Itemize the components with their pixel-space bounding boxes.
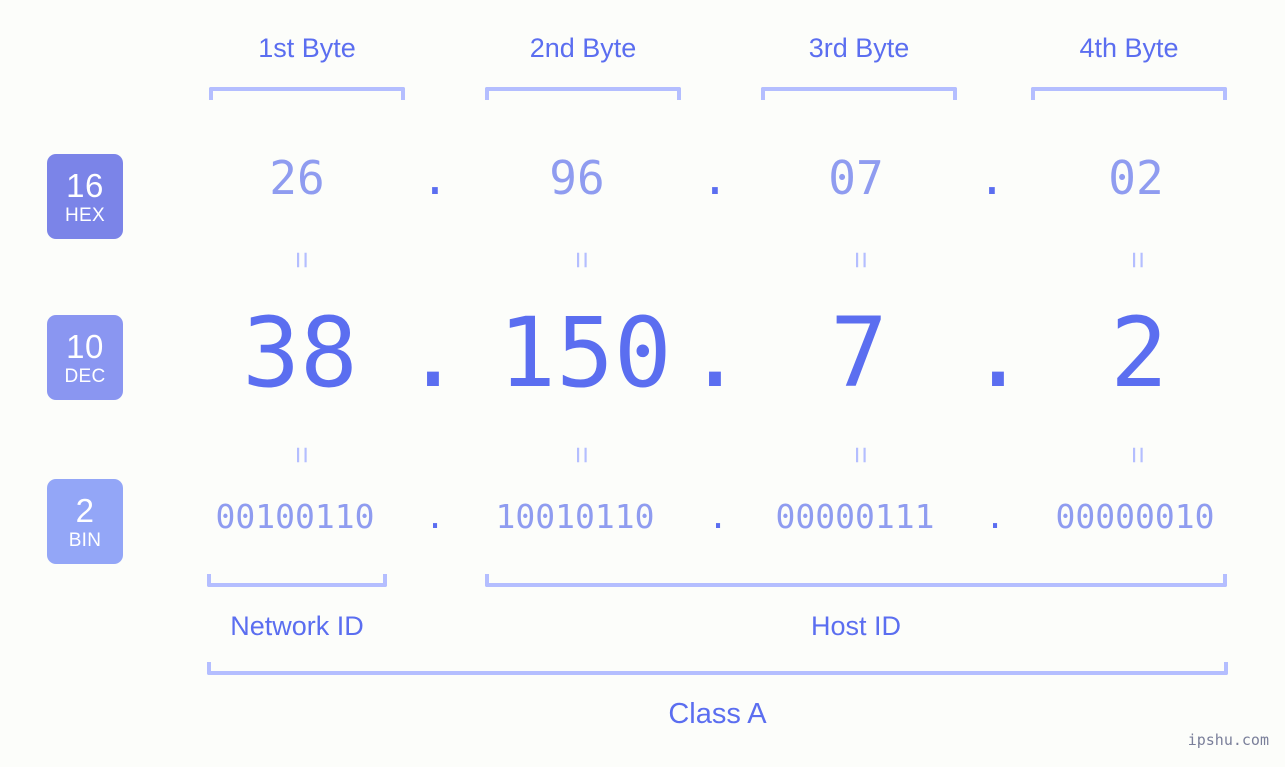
equals-sign-hex-dec-3: = (844, 251, 877, 269)
equals-sign-dec-bin-1: = (285, 446, 318, 464)
hex-octet-4: 02 (1108, 151, 1164, 205)
base-badge-hex-number: 16 (66, 166, 104, 204)
equals-sign-hex-dec-1: = (285, 251, 318, 269)
dec-octet-4: 2 (1110, 297, 1168, 409)
bin-separator-3: . (985, 497, 1005, 536)
base-badge-hex: 16 HEX (47, 154, 123, 239)
equals-sign-hex-dec-4: = (1121, 251, 1154, 269)
equals-sign-dec-bin-3: = (844, 446, 877, 464)
byte-bracket-2 (485, 87, 681, 100)
equals-sign-hex-dec-2: = (565, 251, 598, 269)
dec-separator-3: . (969, 297, 1027, 409)
hex-octet-1: 26 (269, 151, 325, 205)
base-badge-hex-abbr: HEX (65, 204, 105, 226)
dec-separator-2: . (686, 297, 744, 409)
host-id-label: Host ID (810, 611, 902, 641)
base-badge-dec-abbr: DEC (64, 365, 106, 387)
hex-separator-1: . (421, 151, 449, 205)
base-badge-dec: 10 DEC (47, 315, 123, 400)
byte-header-label-3: 3rd Byte (808, 33, 910, 63)
equals-sign-dec-bin-2: = (565, 446, 598, 464)
dec-octet-2: 150 (498, 297, 672, 409)
class-label: Class A (668, 698, 767, 730)
byte-bracket-4 (1031, 87, 1227, 100)
bin-octet-3: 00000111 (775, 497, 935, 536)
hex-octet-3: 07 (828, 151, 884, 205)
host-id-bracket (485, 574, 1227, 587)
base-badge-dec-number: 10 (66, 327, 104, 365)
dec-octet-3: 7 (830, 297, 888, 409)
base-badge-bin-number: 2 (75, 491, 95, 529)
bin-octet-4: 00000010 (1055, 497, 1215, 536)
ip-address-breakdown-diagram: 1st Byte 2nd Byte 3rd Byte 4th Byte 16 H… (0, 0, 1285, 767)
network-id-label: Network ID (230, 611, 364, 641)
dec-separator-1: . (404, 297, 462, 409)
hex-separator-3: . (978, 151, 1006, 205)
hex-separator-2: . (701, 151, 729, 205)
site-watermark: ipshu.com (1187, 731, 1269, 749)
byte-bracket-3 (761, 87, 957, 100)
byte-bracket-1 (209, 87, 405, 100)
bin-separator-2: . (708, 497, 728, 536)
base-badge-bin: 2 BIN (47, 479, 123, 564)
byte-header-label-1: 1st Byte (258, 33, 356, 63)
byte-header-label-2: 2nd Byte (529, 33, 637, 63)
network-id-bracket (207, 574, 387, 587)
hex-octet-2: 96 (549, 151, 605, 205)
base-badge-bin-abbr: BIN (68, 529, 102, 551)
bin-separator-1: . (425, 497, 445, 536)
equals-sign-dec-bin-4: = (1121, 446, 1154, 464)
dec-octet-1: 38 (242, 297, 358, 409)
byte-header-label-4: 4th Byte (1079, 33, 1179, 63)
class-bracket (207, 662, 1228, 675)
bin-octet-1: 00100110 (215, 497, 375, 536)
bin-octet-2: 10010110 (495, 497, 655, 536)
